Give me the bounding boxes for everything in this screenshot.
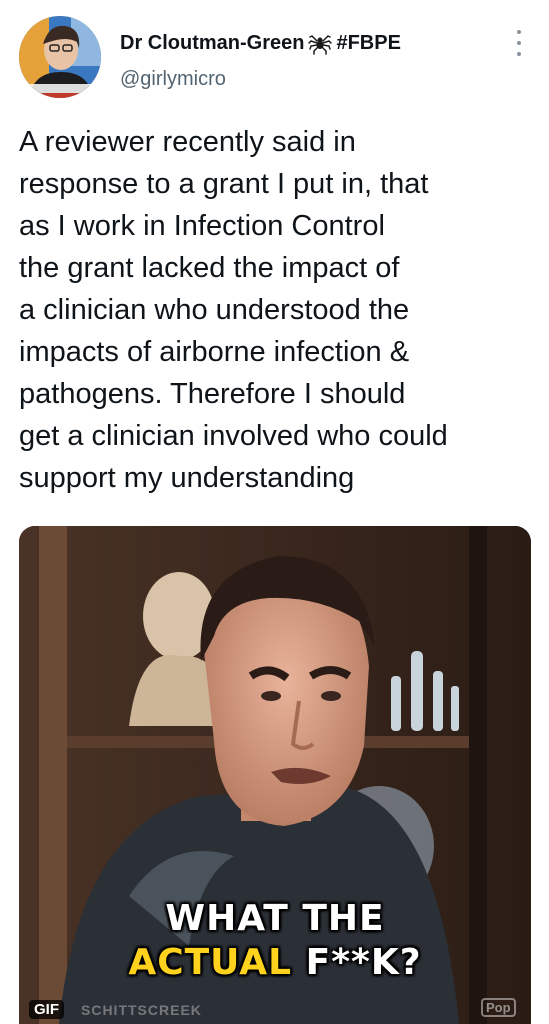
author-hashtag[interactable]: #FBPE (336, 32, 400, 55)
gif-caption-accent: ACTUAL (128, 942, 293, 983)
tweet-text-line: get a clinician involved who could (19, 420, 448, 452)
author-display-name[interactable]: Dr Cloutman-Green (120, 32, 304, 55)
spider-icon (308, 31, 333, 55)
gif-caption-line2: ACTUAL F**K? (19, 942, 531, 983)
tweet-header: Dr Cloutman-Green #FBPE @girlymicro (0, 0, 549, 110)
gif-caption-line1: WHAT THE (165, 898, 385, 939)
tweet-text-line: support my understanding (19, 462, 355, 494)
avatar-photo (19, 16, 101, 98)
author-name-row[interactable]: Dr Cloutman-Green #FBPE (120, 28, 401, 58)
more-vertical-icon[interactable] (509, 30, 529, 56)
gif-caption-expletive: F**K? (305, 942, 422, 983)
gif-badge: GIF (29, 1000, 64, 1019)
tweet-text-line: response to a grant I put in, that (19, 168, 429, 200)
network-logo: Pop (481, 998, 516, 1017)
show-watermark: SCHITTSCREEK (81, 1002, 202, 1018)
tweet-text-line: A reviewer recently said in (19, 126, 356, 158)
avatar[interactable] (19, 16, 101, 98)
tweet-text-line: pathogens. Therefore I should (19, 378, 406, 410)
tweet-text: A reviewer recently said in response to … (19, 121, 534, 499)
tweet-text-line: as I work in Infection Control (19, 210, 385, 242)
tweet-text-line: a clinician who understood the (19, 294, 410, 326)
author-handle[interactable]: @girlymicro (120, 68, 226, 91)
gif-media[interactable]: WHAT THE ACTUAL F**K? GIF SCHITTSCREEK P… (19, 526, 531, 1024)
tweet-text-line: impacts of airborne infection & (19, 336, 410, 368)
tweet-text-line: the grant lacked the impact of (19, 252, 400, 284)
